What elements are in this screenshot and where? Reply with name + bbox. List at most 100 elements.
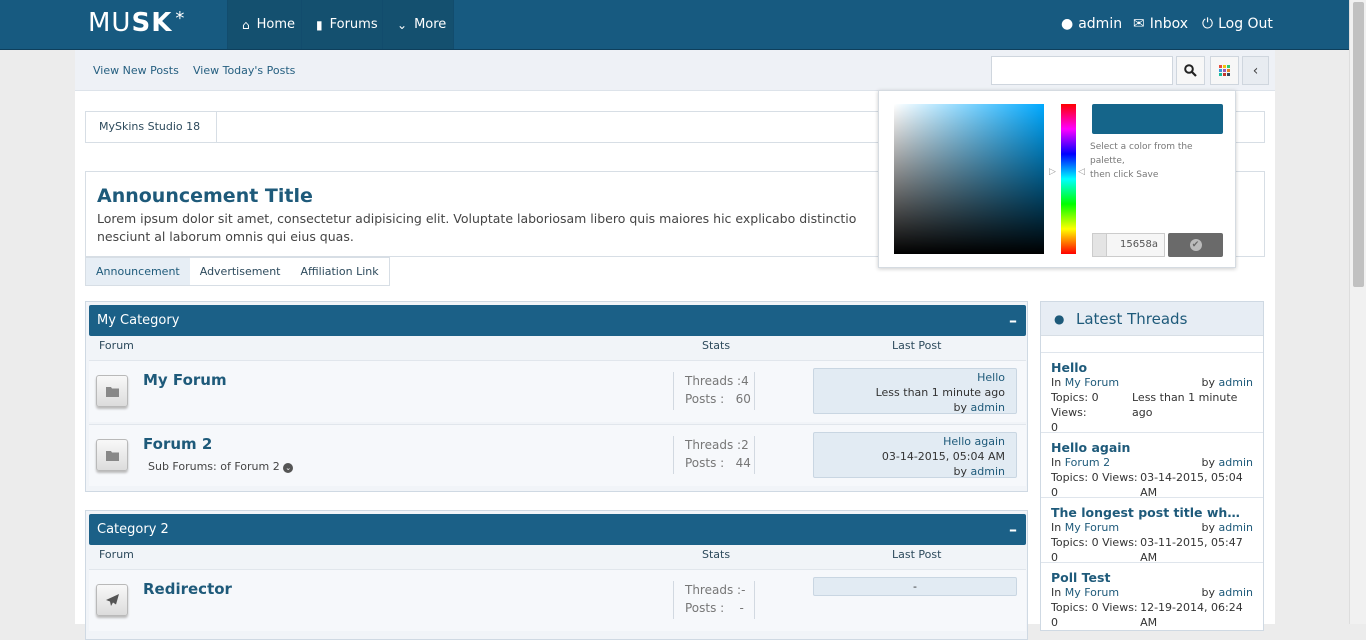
thread-title[interactable]: Hello again (1051, 440, 1130, 455)
category-header[interactable]: Category 2 – (89, 514, 1026, 545)
thread-title[interactable]: Hello (1051, 360, 1087, 375)
nav-home[interactable]: ⌂ Home (227, 0, 301, 49)
thread-user[interactable]: admin (1219, 376, 1253, 389)
latest-threads-header: ● Latest Threads (1041, 302, 1263, 336)
document-icon: ▮ (316, 17, 323, 32)
chevron-down-icon: ⌄ (397, 17, 408, 32)
collapse-icon[interactable]: – (1009, 514, 1017, 545)
hex-value: 15658a (1120, 239, 1158, 250)
last-post-time: Less than 1 minute ago (875, 386, 1005, 399)
posts-label: Posts : (685, 601, 725, 615)
folder-icon (96, 439, 128, 471)
tab-affiliation-link[interactable]: Affiliation Link (290, 258, 388, 285)
scrollbar-thumb[interactable] (1353, 2, 1364, 287)
by-label: by (1201, 521, 1216, 534)
nav-more-label: More (414, 17, 447, 32)
palette-button[interactable] (1210, 56, 1239, 85)
column-forum: Forum (99, 339, 134, 352)
thread-user[interactable]: admin (1219, 586, 1253, 599)
thread-item: Hello In My Forum by admin Topics: 0 View… (1041, 352, 1263, 434)
check-icon: ✔ (1189, 239, 1202, 251)
saturation-value-area[interactable] (894, 104, 1044, 254)
hex-prefix (1093, 234, 1107, 256)
thread-time: 12-19-2014, 06:24 AM (1140, 601, 1243, 629)
hue-slider[interactable] (1061, 104, 1076, 254)
posts-label: Posts : (685, 392, 725, 406)
forum-row: Forum 2 Sub Forums: of Forum 2 ⌄ Threads… (89, 424, 1026, 486)
last-post-box: - (813, 577, 1017, 596)
logo[interactable]: MUSK * (88, 8, 185, 38)
column-last-post: Last Post (892, 548, 942, 561)
breadcrumb-item[interactable]: MySkins Studio 18 (86, 112, 218, 142)
column-last-post: Last Post (892, 339, 942, 352)
in-label: In (1051, 586, 1062, 599)
last-post-user[interactable]: admin (971, 465, 1005, 478)
search-button[interactable] (1176, 56, 1205, 85)
forum-link[interactable]: My Forum (143, 371, 227, 389)
thread-forum[interactable]: My Forum (1065, 586, 1119, 599)
user-menu[interactable]: ● admin (1061, 16, 1122, 32)
posts-label: Posts : (685, 456, 725, 470)
comments-icon: ● (1054, 312, 1065, 326)
thread-title[interactable]: Poll Test (1051, 570, 1110, 585)
thread-time: 03-11-2015, 05:47 AM (1140, 536, 1243, 564)
last-post-user[interactable]: admin (971, 401, 1005, 414)
category-header[interactable]: My Category – (89, 305, 1026, 336)
by-label: by (1201, 586, 1216, 599)
save-color-button[interactable]: ✔ (1168, 233, 1223, 257)
paper-plane-icon (96, 584, 128, 616)
last-post-box: Hello Less than 1 minute ago by admin (813, 368, 1017, 414)
inbox-label: Inbox (1149, 16, 1189, 32)
last-post-title[interactable]: Hello again (943, 435, 1005, 448)
category-2: Category 2 – Forum Stats Last Post Redire… (85, 510, 1028, 640)
nav-forums[interactable]: ▮ Forums (301, 0, 382, 49)
thread-item: The longest post title wh… In My Forum by… (1041, 497, 1263, 564)
picker-message-line1: Select a color from the palette, (1090, 142, 1193, 166)
thread-user[interactable]: admin (1219, 456, 1253, 469)
user-icon: ● (1061, 16, 1074, 32)
announcement-title: Announcement Title (97, 185, 313, 207)
search-input[interactable] (991, 56, 1173, 85)
forum-link[interactable]: Forum 2 (143, 435, 212, 453)
posts-count: - (739, 601, 744, 615)
thread-meta: Topics: 0 Views: (1051, 391, 1099, 419)
inbox-link[interactable]: ✉ Inbox (1133, 16, 1188, 32)
thread-forum[interactable]: Forum 2 (1065, 456, 1110, 469)
nav-forums-label: Forums (329, 17, 378, 32)
logout-link[interactable]: ⏻ Log Out (1202, 16, 1273, 32)
latest-threads-panel: ● Latest Threads Hello In My Forum by admi… (1040, 301, 1264, 631)
logout-label: Log Out (1218, 16, 1273, 32)
forum-link[interactable]: Redirector (143, 580, 232, 598)
tab-advertisement[interactable]: Advertisement (190, 258, 291, 285)
thread-item: Hello again In Forum 2 by admin Topics: 0… (1041, 432, 1263, 499)
tab-announcement[interactable]: Announcement (86, 258, 190, 285)
collapse-button[interactable]: ‹ (1242, 56, 1269, 85)
subforums-label: Sub Forums: of Forum 2 (148, 460, 280, 473)
home-icon: ⌂ (242, 17, 250, 32)
thread-item: Poll Test In My Forum by admin Topics: 0 … (1041, 562, 1263, 629)
last-post-title[interactable]: Hello (977, 371, 1005, 384)
hue-arrow-left-icon: ▷ (1049, 167, 1056, 177)
hex-input[interactable]: 15658a (1092, 233, 1165, 257)
category-title: My Category (97, 313, 180, 328)
thread-forum[interactable]: My Forum (1065, 376, 1119, 389)
chevron-down-circle-icon[interactable]: ⌄ (283, 463, 294, 473)
thread-forum[interactable]: My Forum (1065, 521, 1119, 534)
subforums[interactable]: Sub Forums: of Forum 2 ⌄ (148, 460, 294, 473)
forum-row: Redirector Threads :- Posts : - - (89, 569, 1026, 631)
thread-title[interactable]: The longest post title wh… (1051, 505, 1240, 520)
last-post-by: by (953, 401, 968, 414)
view-new-posts-link[interactable]: View New Posts (93, 64, 179, 77)
thread-user[interactable]: admin (1219, 521, 1253, 534)
thread-time: Less than 1 minute ago (1132, 391, 1238, 419)
top-navbar: MUSK * ⌂ Home ▮ Forums ⌄ More ● admin ✉ Inbox … (0, 0, 1349, 50)
scrollbar[interactable] (1349, 0, 1366, 624)
posts-count: 44 (735, 456, 751, 470)
nav-home-label: Home (256, 17, 296, 32)
view-todays-posts-link[interactable]: View Today's Posts (193, 64, 295, 77)
nav-more[interactable]: ⌄ More (382, 0, 454, 49)
last-post-empty: - (913, 580, 917, 593)
thread-meta: Topics: 0 Views: 0 (1051, 536, 1138, 564)
collapse-icon[interactable]: – (1009, 305, 1017, 336)
in-label: In (1051, 376, 1062, 389)
